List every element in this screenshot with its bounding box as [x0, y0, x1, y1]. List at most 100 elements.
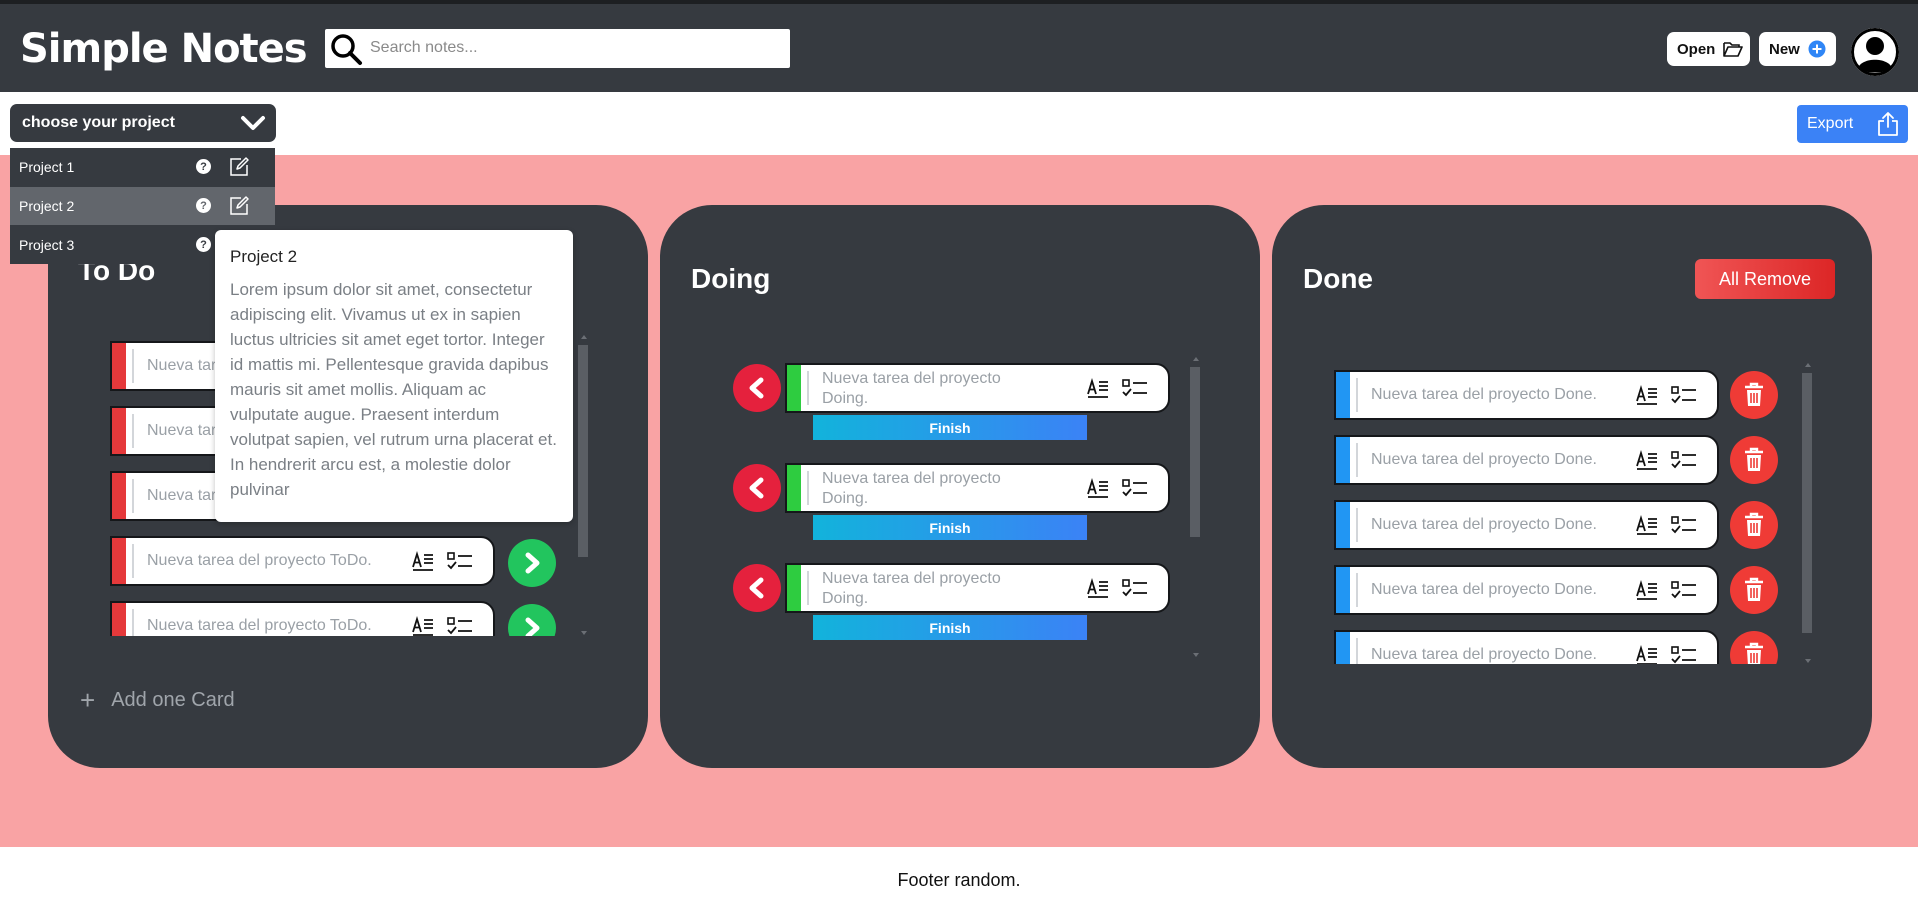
doing-card-stripe [787, 565, 801, 611]
done-scrollbar[interactable] [1802, 363, 1812, 663]
finish-button[interactable]: Finish [813, 615, 1087, 640]
help-icon[interactable]: ? [196, 237, 211, 252]
description-icon[interactable] [1635, 644, 1659, 664]
search-input[interactable] [370, 35, 770, 61]
done-card-stripe [1336, 567, 1350, 613]
description-icon[interactable] [1635, 384, 1659, 408]
done-card[interactable]: Nueva tarea del proyecto Done. [1334, 630, 1719, 664]
description-icon[interactable] [1635, 514, 1659, 538]
done-card-stripe [1336, 632, 1350, 664]
delete-card-button[interactable] [1730, 501, 1778, 549]
doing-card[interactable]: Nueva tarea del proyecto Doing. [785, 463, 1170, 513]
open-button-label: Open [1677, 40, 1716, 58]
checklist-icon[interactable] [446, 550, 474, 574]
done-card-text: Nueva tarea del proyecto Done. [1371, 516, 1597, 533]
todo-card-text: Nueva tarea del proyecto ToDo. [147, 617, 372, 634]
tooltip-body: Lorem ipsum dolor sit amet, consectetur … [230, 280, 557, 499]
share-icon [1878, 112, 1898, 136]
folder-open-icon [1723, 40, 1744, 58]
checklist-icon[interactable] [1670, 579, 1698, 603]
edit-icon[interactable] [228, 195, 250, 217]
doing-card-stripe [787, 465, 801, 511]
doing-card[interactable]: Nueva tarea del proyecto Doing. [785, 563, 1170, 613]
doing-card[interactable]: Nueva tarea del proyecto Doing. [785, 363, 1170, 413]
delete-card-button[interactable] [1730, 566, 1778, 614]
done-card[interactable]: Nueva tarea del proyecto Done. [1334, 500, 1719, 550]
dropdown-item-project-1[interactable]: Project 1 ? [10, 148, 275, 186]
move-back-button[interactable] [733, 564, 781, 612]
checklist-icon[interactable] [1121, 377, 1149, 401]
help-icon[interactable]: ? [196, 198, 211, 213]
done-card-text: Nueva tarea del proyecto Done. [1371, 451, 1597, 468]
export-button[interactable]: Export [1797, 105, 1908, 143]
doing-card-text: Nueva tarea del proyecto Doing. [822, 570, 1001, 607]
description-icon[interactable] [1635, 449, 1659, 473]
delete-card-button[interactable] [1730, 371, 1778, 419]
footer-text: Footer random. [897, 870, 1021, 890]
done-card[interactable]: Nueva tarea del proyecto Done. [1334, 370, 1719, 420]
todo-scrollbar[interactable] [578, 335, 588, 635]
search-icon [331, 34, 362, 65]
scrollbar-thumb[interactable] [578, 345, 588, 557]
tooltip-title: Project 2 [230, 247, 298, 266]
add-card-button[interactable]: + Add one Card [80, 685, 235, 716]
todo-card-stripe [112, 473, 126, 519]
trash-icon [1745, 382, 1763, 406]
search-box[interactable] [325, 29, 790, 68]
checklist-icon[interactable] [1670, 514, 1698, 538]
project-select[interactable]: choose your project [10, 104, 276, 142]
done-column-title: Done [1303, 263, 1373, 294]
help-icon[interactable]: ? [196, 159, 211, 174]
move-back-button[interactable] [733, 464, 781, 512]
finish-button[interactable]: Finish [813, 415, 1087, 440]
remove-all-button[interactable]: All Remove [1695, 259, 1835, 299]
todo-card-stripe [112, 538, 126, 584]
trash-icon [1745, 642, 1763, 664]
todo-card[interactable]: Nueva tarea del proyecto ToDo. [110, 601, 495, 636]
checklist-icon[interactable] [1121, 577, 1149, 601]
done-column: Done All Remove Nueva tarea del proyecto… [1272, 205, 1872, 768]
new-button[interactable]: New [1759, 32, 1836, 66]
checklist-icon[interactable] [1670, 644, 1698, 664]
plus-icon: + [80, 685, 96, 715]
app-header: Simple Notes Open New [0, 0, 1918, 92]
dropdown-item-label: Project 1 [19, 159, 75, 175]
description-icon[interactable] [1086, 377, 1110, 401]
checklist-icon[interactable] [446, 615, 474, 636]
move-back-button[interactable] [733, 364, 781, 412]
dropdown-item-project-2[interactable]: Project 2 ? [10, 187, 275, 225]
avatar[interactable] [1851, 28, 1899, 76]
dropdown-item-label: Project 2 [19, 198, 75, 214]
description-icon[interactable] [1635, 579, 1659, 603]
doing-card-text: Nueva tarea del proyecto Doing. [822, 470, 1001, 507]
done-card-stripe [1336, 372, 1350, 418]
finish-button[interactable]: Finish [813, 515, 1087, 540]
checklist-icon[interactable] [1670, 449, 1698, 473]
done-card[interactable]: Nueva tarea del proyecto Done. [1334, 565, 1719, 615]
delete-card-button[interactable] [1730, 631, 1778, 664]
todo-card-stripe [112, 408, 126, 454]
chevron-right-icon [525, 617, 540, 636]
move-forward-button[interactable] [508, 539, 556, 587]
doing-scrollbar[interactable] [1190, 357, 1200, 657]
description-icon[interactable] [411, 615, 435, 636]
delete-card-button[interactable] [1730, 436, 1778, 484]
dropdown-item-label: Project 3 [19, 237, 75, 253]
done-card[interactable]: Nueva tarea del proyecto Done. [1334, 435, 1719, 485]
move-forward-button[interactable] [508, 604, 556, 636]
app-title: Simple Notes [20, 26, 308, 72]
edit-icon[interactable] [228, 156, 250, 178]
trash-icon [1745, 512, 1763, 536]
description-icon[interactable] [1086, 577, 1110, 601]
checklist-icon[interactable] [1670, 384, 1698, 408]
done-card-text: Nueva tarea del proyecto Done. [1371, 386, 1597, 403]
todo-card-stripe [112, 343, 126, 389]
scrollbar-thumb[interactable] [1802, 373, 1812, 633]
todo-card[interactable]: Nueva tarea del proyecto ToDo. [110, 536, 495, 586]
open-button[interactable]: Open [1667, 32, 1750, 66]
project-select-label: choose your project [22, 114, 175, 131]
description-icon[interactable] [411, 550, 435, 574]
checklist-icon[interactable] [1121, 477, 1149, 501]
scrollbar-thumb[interactable] [1190, 367, 1200, 537]
description-icon[interactable] [1086, 477, 1110, 501]
